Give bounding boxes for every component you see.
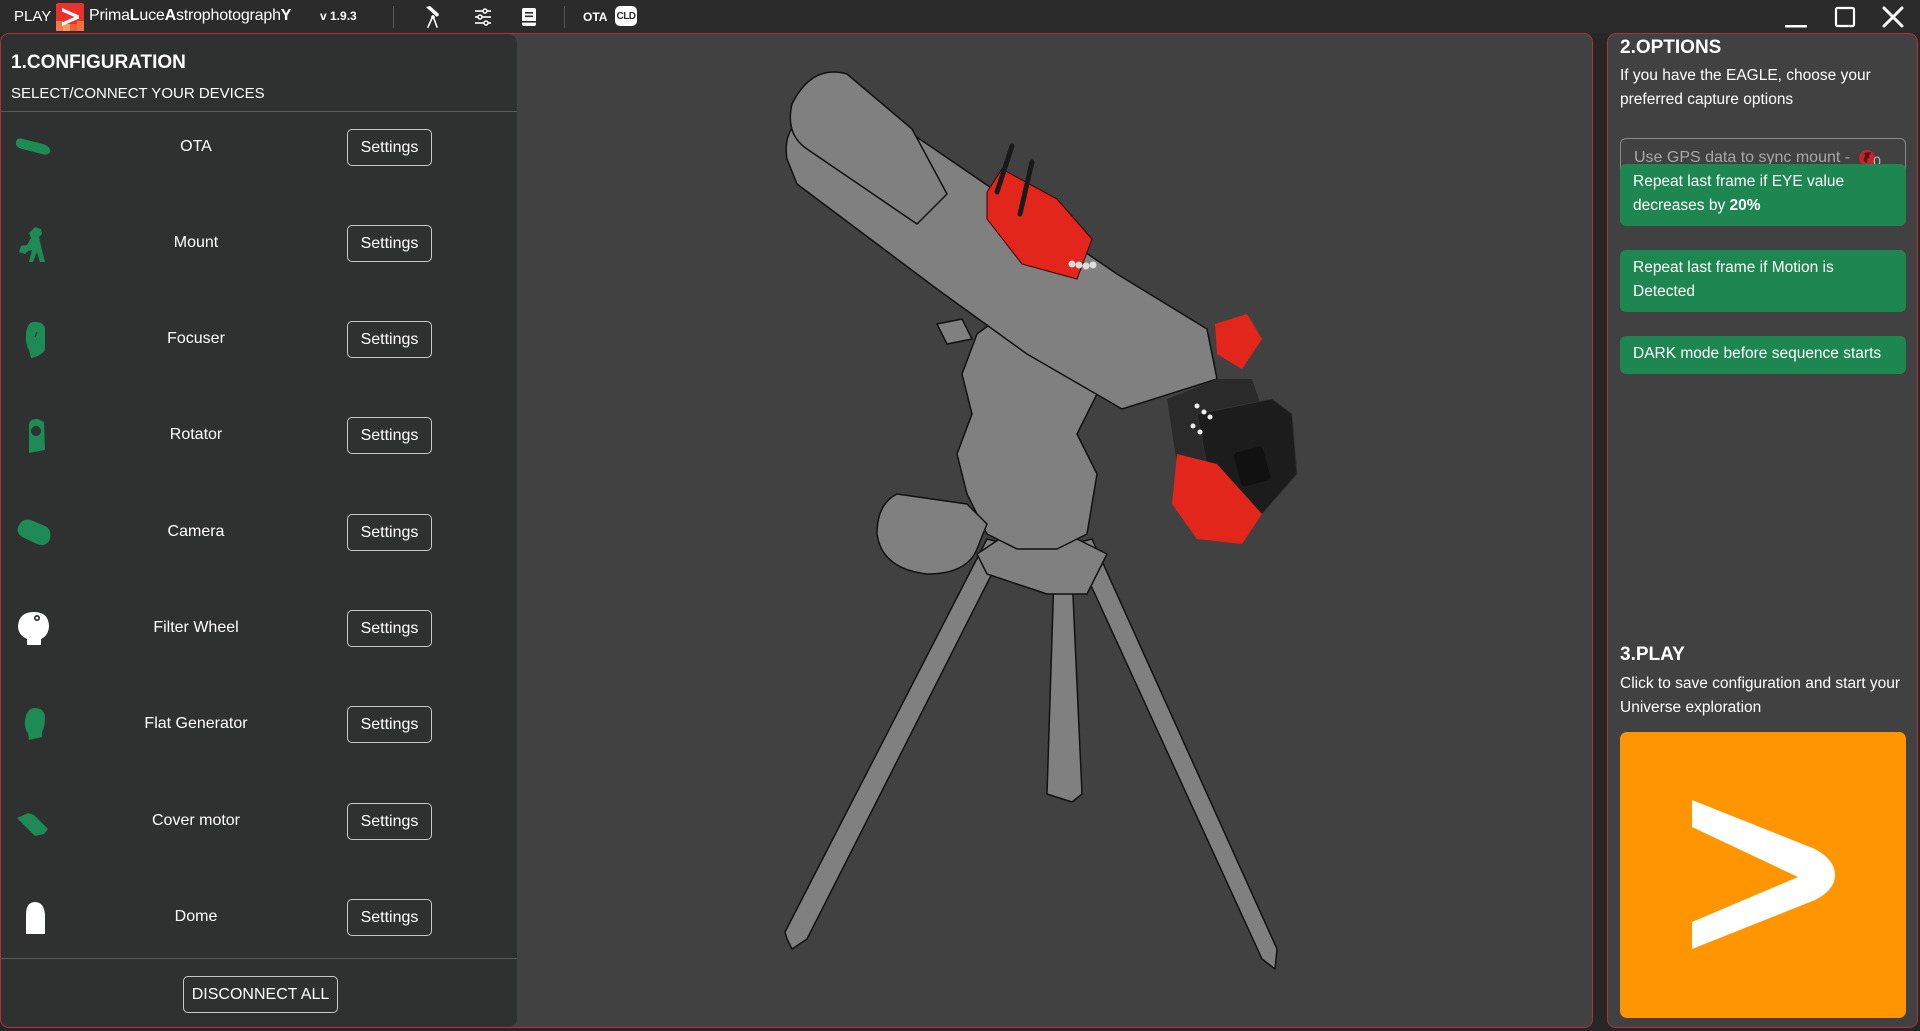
camera-settings-button[interactable]: Settings [347, 514, 432, 551]
toolbar-divider [564, 6, 565, 28]
device-row-camera: Camera Settings [1, 503, 517, 563]
device-row-focuser: Focuser Settings [1, 310, 517, 370]
device-label: Rotator [169, 426, 223, 443]
telescope-preview [517, 34, 1592, 1027]
rotator-settings-button[interactable]: Settings [347, 417, 432, 454]
toolbar-divider [393, 6, 394, 28]
app-play-label: PLAY [14, 8, 52, 25]
play-description: Click to save configuration and start yo… [1620, 675, 1900, 716]
options-panel: 2.OPTIONS If you have the EAGLE, choose … [1607, 33, 1918, 1028]
flat-generator-settings-button[interactable]: Settings [347, 706, 432, 743]
repeat-if-eye-decreases-toggle[interactable]: Repeat last frame if EYE value decreases… [1620, 164, 1906, 226]
minimize-icon[interactable] [1781, 3, 1809, 31]
device-label: Dome [174, 908, 218, 925]
device-label: Flat Generator [144, 715, 248, 732]
ota-icon [15, 138, 51, 155]
toggle-label: DARK mode before sequence starts [1633, 345, 1882, 362]
telescope-icon[interactable] [421, 5, 445, 29]
device-label: OTA [180, 138, 212, 155]
device-label: Filter Wheel [153, 619, 239, 636]
repeat-if-motion-detected-toggle[interactable]: Repeat last frame if Motion is Detected [1620, 250, 1906, 312]
play-title: 3.PLAY [1620, 644, 1685, 665]
toggle-label: Repeat last frame if Motion is Detected [1633, 259, 1834, 300]
maximize-icon[interactable] [1831, 3, 1859, 31]
configuration-panel: 1.CONFIGURATION SELECT/CONNECT YOUR DEVI… [1, 34, 517, 1027]
disconnect-all-button[interactable]: DISCONNECT ALL [183, 976, 338, 1013]
device-label: Cover motor [151, 812, 241, 829]
device-row-filter-wheel: Filter Wheel Settings [1, 599, 517, 659]
camera-icon [17, 519, 51, 545]
device-label: Mount [173, 234, 219, 251]
dome-settings-button[interactable]: Settings [347, 899, 432, 936]
play-chevron-icon [1692, 800, 1835, 949]
app-version: v 1.9.3 [320, 9, 357, 23]
device-row-flat-generator: Flat Generator Settings [1, 695, 517, 755]
primaluce-logo-icon [56, 3, 84, 31]
mount-settings-button[interactable]: Settings [347, 225, 432, 262]
device-row-rotator: Rotator Settings [1, 406, 517, 466]
book-icon[interactable] [517, 5, 541, 29]
device-label: Camera [167, 523, 225, 540]
focuser-settings-button[interactable]: Settings [347, 321, 432, 358]
telescope-setup-image [784, 71, 1298, 970]
mount-icon [19, 227, 45, 262]
header-divider [1, 111, 517, 112]
cover-motor-icon [17, 813, 48, 836]
ota-mode-toggle[interactable]: OTA [583, 10, 607, 24]
device-row-dome: Dome Settings [1, 888, 517, 948]
options-description: If you have the EAGLE, choose your prefe… [1620, 67, 1871, 108]
rotator-icon [29, 418, 45, 453]
filter-wheel-settings-button[interactable]: Settings [347, 610, 432, 647]
cover-motor-settings-button[interactable]: Settings [347, 803, 432, 840]
toggle-threshold: 20% [1729, 197, 1761, 214]
filter-wheel-icon [18, 612, 49, 645]
configuration-title: 1.CONFIGURATION [11, 52, 186, 73]
play-start-button[interactable] [1620, 732, 1906, 1018]
dark-mode-before-sequence-toggle[interactable]: DARK mode before sequence starts [1620, 336, 1906, 374]
cld-mode-toggle[interactable]: CLD [615, 6, 637, 26]
close-icon[interactable] [1879, 3, 1907, 31]
device-row-cover-motor: Cover motor Settings [1, 792, 517, 852]
sliders-icon[interactable] [471, 5, 495, 29]
dome-icon [26, 902, 45, 934]
main-frame: 1.CONFIGURATION SELECT/CONNECT YOUR DEVI… [0, 33, 1593, 1028]
ota-settings-button[interactable]: Settings [347, 129, 432, 166]
footer-divider [1, 958, 517, 959]
configuration-subtitle: SELECT/CONNECT YOUR DEVICES [11, 85, 265, 102]
focuser-icon [25, 321, 45, 358]
device-row-mount: Mount Settings [1, 214, 517, 274]
device-row-ota: OTA Settings [1, 118, 517, 178]
app-brand-name: PrimaLuceAstrophotographY [89, 7, 292, 24]
device-label: Focuser [167, 330, 225, 347]
title-bar: PLAY PrimaLuceAstrophotographY v 1.9.3 O… [0, 0, 1920, 33]
flat-generator-icon [24, 708, 45, 740]
options-title: 2.OPTIONS [1620, 37, 1722, 58]
